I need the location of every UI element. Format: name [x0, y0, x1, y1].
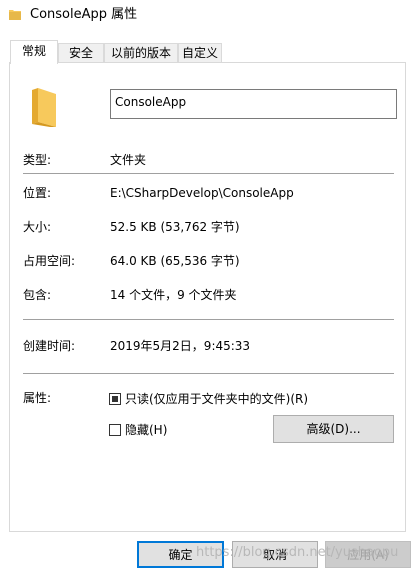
- folder-icon: [9, 10, 21, 20]
- size-on-disk-label: 占用空间:: [23, 254, 76, 268]
- size-label: 大小:: [23, 220, 52, 234]
- created-label: 创建时间:: [23, 339, 76, 353]
- contains-label: 包含:: [23, 288, 52, 302]
- apply-button[interactable]: 应用(A): [325, 541, 411, 568]
- location-value: E:\CSharpDevelop\ConsoleApp: [110, 186, 294, 200]
- tab-customize[interactable]: 自定义: [178, 43, 222, 63]
- tab-general[interactable]: 常规: [10, 40, 58, 64]
- ok-button[interactable]: 确定: [137, 541, 224, 568]
- title-bar: ConsoleApp 属性: [0, 0, 419, 31]
- type-value: 文件夹: [110, 153, 147, 167]
- created-value: 2019年5月2日，9:45:33: [110, 339, 251, 353]
- large-folder-icon: [32, 88, 56, 127]
- tab-strip: 常规 安全 以前的版本 自定义: [10, 40, 406, 64]
- advanced-button[interactable]: 高级(D)...: [273, 415, 394, 443]
- hidden-checkbox[interactable]: [109, 424, 121, 436]
- cancel-button[interactable]: 取消: [232, 541, 318, 568]
- type-label: 类型:: [23, 153, 52, 167]
- attributes-label: 属性:: [23, 391, 52, 405]
- readonly-label: 只读(仅应用于文件夹中的文件)(R): [125, 392, 309, 406]
- tab-security[interactable]: 安全: [58, 43, 104, 63]
- readonly-checkbox[interactable]: [109, 393, 121, 405]
- size-on-disk-value: 64.0 KB (65,536 字节): [110, 254, 240, 268]
- general-tab-panel: ConsoleApp 类型: 文件夹 位置: E:\CSharpDevelop\…: [9, 62, 406, 532]
- location-label: 位置:: [23, 186, 52, 200]
- window-title: ConsoleApp 属性: [30, 7, 138, 22]
- contains-value: 14 个文件，9 个文件夹: [110, 288, 237, 302]
- size-value: 52.5 KB (53,762 字节): [110, 220, 240, 234]
- folder-name-input[interactable]: ConsoleApp: [110, 89, 397, 119]
- separator: [23, 373, 394, 374]
- separator: [23, 173, 394, 174]
- separator: [23, 319, 394, 320]
- hidden-label: 隐藏(H): [125, 423, 168, 437]
- properties-dialog: ConsoleApp 属性 常规 安全 以前的版本 自定义 ConsoleApp…: [0, 0, 419, 579]
- tab-previous-versions[interactable]: 以前的版本: [104, 43, 178, 63]
